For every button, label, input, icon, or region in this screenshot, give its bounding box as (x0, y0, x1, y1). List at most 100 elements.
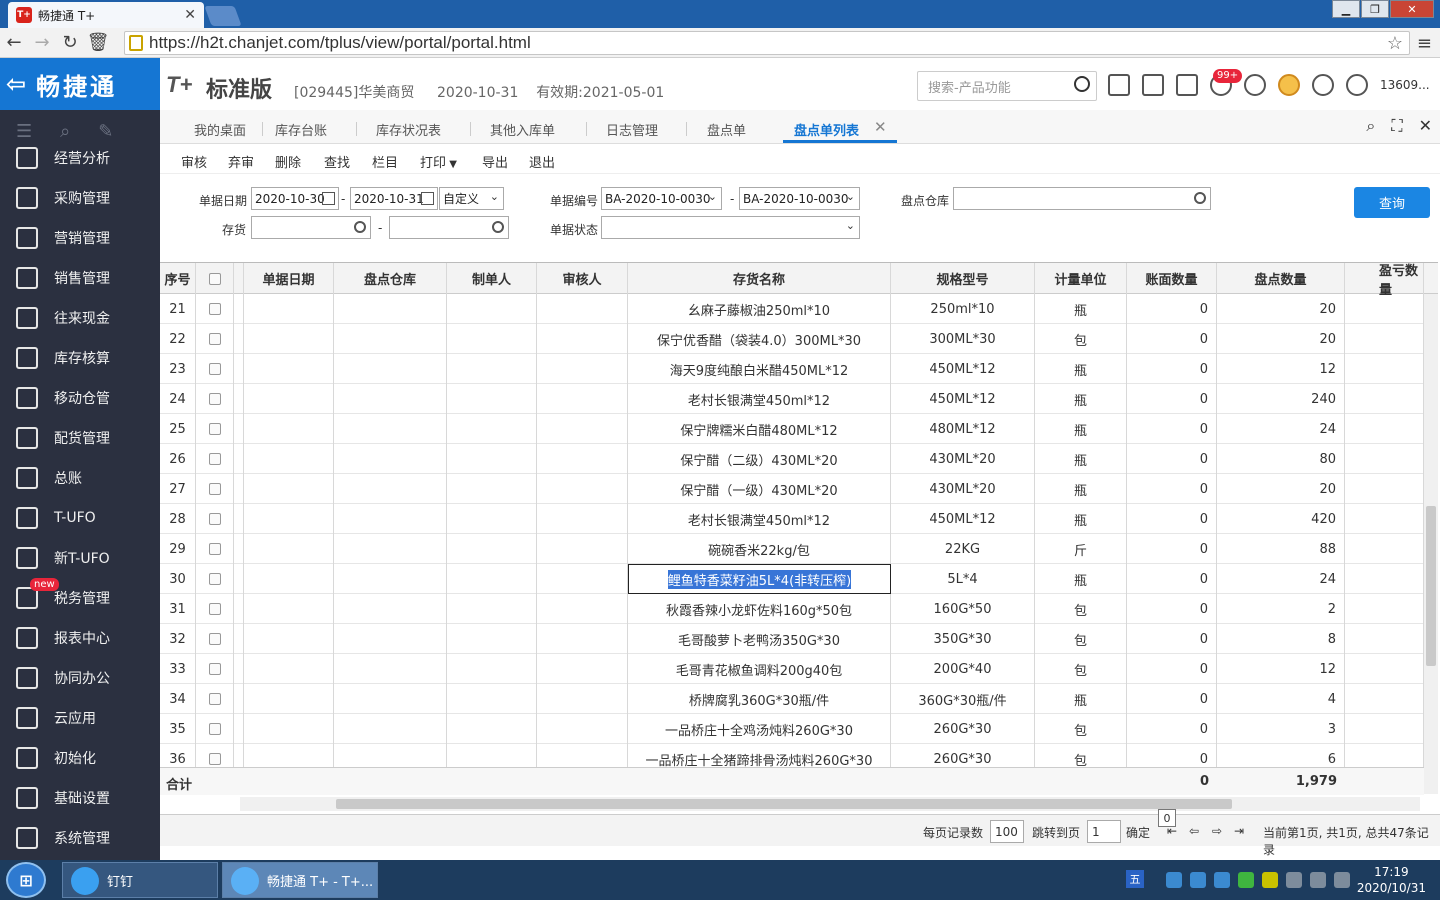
cell-spec[interactable]: 250ml*10 (891, 294, 1035, 324)
cell-creator[interactable] (447, 654, 537, 684)
row-checkbox[interactable] (208, 753, 221, 765)
cell-book-qty[interactable]: 0 (1127, 474, 1217, 504)
col-diff-qty[interactable]: 盈亏数量 (1345, 263, 1424, 298)
cell-unit[interactable]: 斤 (1035, 534, 1127, 564)
sidebar-item[interactable]: 库存核算 (0, 338, 160, 378)
cell-book-qty[interactable]: 0 (1127, 714, 1217, 744)
cell-warehouse[interactable] (334, 534, 447, 564)
sidebar-item[interactable]: 移动仓管 (0, 378, 160, 418)
taskbar-browser[interactable]: 畅捷通 T+ - T+... (222, 862, 378, 898)
cell-creator[interactable] (447, 444, 537, 474)
cell-creator[interactable] (447, 354, 537, 384)
cell-index[interactable]: 29 (160, 534, 196, 564)
cell-spacer[interactable] (234, 564, 244, 594)
cell-creator[interactable] (447, 624, 537, 654)
cell-spec[interactable]: 160G*50 (891, 594, 1035, 624)
cell-book-qty[interactable]: 0 (1127, 654, 1217, 684)
cell-diff-qty[interactable] (1345, 594, 1424, 624)
cell-doc-date[interactable] (244, 714, 334, 744)
cell-creator[interactable] (447, 714, 537, 744)
search-icon[interactable] (354, 221, 366, 233)
back-icon[interactable]: ← (0, 32, 28, 53)
cell-book-qty[interactable]: 0 (1127, 504, 1217, 534)
col-unit[interactable]: 计量单位 (1035, 263, 1127, 294)
cell-auditor[interactable] (537, 444, 628, 474)
horizontal-scroll-thumb[interactable] (336, 799, 1232, 809)
cell-item-name[interactable]: 老村长银满堂450ml*12 (628, 504, 891, 534)
close-tab-icon[interactable]: ✕ (184, 7, 196, 23)
cell-doc-date[interactable] (244, 294, 334, 324)
wechat-icon[interactable] (1238, 872, 1254, 888)
help-icon[interactable] (1312, 74, 1334, 96)
sidebar-item[interactable]: 云应用 (0, 698, 160, 738)
cell-book-qty[interactable]: 0 (1127, 444, 1217, 474)
cell-warehouse[interactable] (334, 354, 447, 384)
cell-book-qty[interactable]: 0 (1127, 294, 1217, 324)
horizontal-scrollbar[interactable] (240, 797, 1420, 811)
cell-count-qty[interactable]: 80 (1217, 444, 1345, 474)
cell-count-qty[interactable]: 2 (1217, 594, 1345, 624)
cell-auditor[interactable] (537, 564, 628, 594)
cell-unit[interactable]: 包 (1035, 654, 1127, 684)
cell-spacer[interactable] (234, 324, 244, 354)
cell-item-name[interactable]: 鲤鱼特香菜籽油5L*4(非转压榨) (628, 564, 891, 594)
cell-warehouse[interactable] (334, 504, 447, 534)
cell-unit[interactable]: 瓶 (1035, 354, 1127, 384)
cell-warehouse[interactable] (334, 414, 447, 444)
ime-indicator[interactable]: 五 (1126, 870, 1144, 888)
row-checkbox[interactable] (208, 693, 221, 705)
cell-item-name[interactable]: 桥牌腐乳360G*30瓶/件 (628, 684, 891, 714)
cell-auditor[interactable] (537, 504, 628, 534)
cell-doc-date[interactable] (244, 474, 334, 504)
cell-auditor[interactable] (537, 474, 628, 504)
sidebar-item[interactable]: 报表中心 (0, 618, 160, 658)
calendar-icon[interactable] (322, 192, 335, 205)
columns-button[interactable]: 栏目 (372, 152, 398, 171)
cell-warehouse[interactable] (334, 714, 447, 744)
cell-item-name[interactable]: 老村长银满堂450ml*12 (628, 384, 891, 414)
unaudit-button[interactable]: 弃审 (228, 152, 254, 171)
row-checkbox[interactable] (208, 663, 221, 675)
cell-auditor[interactable] (537, 534, 628, 564)
cell-item-name[interactable]: 保宁醋（一级）430ML*20 (628, 474, 891, 504)
cell-item-name[interactable]: 保宁优香醋（袋装4.0）300ML*30 (628, 324, 891, 354)
cell-diff-qty[interactable] (1345, 654, 1424, 684)
cell-warehouse[interactable] (334, 594, 447, 624)
cell-book-qty[interactable]: 0 (1127, 624, 1217, 654)
col-creator[interactable]: 制单人 (447, 263, 537, 294)
table-row[interactable]: 22 保宁优香醋（袋装4.0）300ML*30 300ML*30 包 0 20 (160, 324, 1424, 354)
cell-spec[interactable]: 360G*30瓶/件 (891, 684, 1035, 714)
cell-count-qty[interactable]: 20 (1217, 474, 1345, 504)
cell-count-qty[interactable]: 240 (1217, 384, 1345, 414)
export-button[interactable]: 导出 (482, 152, 508, 171)
cell-unit[interactable]: 瓶 (1035, 684, 1127, 714)
cell-book-qty[interactable]: 0 (1127, 684, 1217, 714)
cell-diff-qty[interactable] (1345, 624, 1424, 654)
table-row[interactable]: 25 保宁牌糯米白醋480ML*12 480ML*12 瓶 0 24 (160, 414, 1424, 444)
cell-creator[interactable] (447, 684, 537, 714)
sidebar-item[interactable]: 系统管理 (0, 818, 160, 858)
cell-diff-qty[interactable] (1345, 714, 1424, 744)
cell-doc-date[interactable] (244, 654, 334, 684)
sidebar-item[interactable]: 营销管理 (0, 218, 160, 258)
assistant-avatar-icon[interactable] (1278, 74, 1300, 96)
cell-spec[interactable]: 200G*40 (891, 654, 1035, 684)
start-button[interactable]: ⊞ (6, 862, 46, 898)
clock[interactable]: 17:19 2020/10/31 (1357, 864, 1426, 896)
date-mode-select[interactable]: 自定义 ⌄ (439, 187, 504, 210)
cell-index[interactable]: 31 (160, 594, 196, 624)
cell-book-qty[interactable]: 0 (1127, 354, 1217, 384)
sidebar-item[interactable]: 新T-UFO (0, 538, 160, 578)
cell-unit[interactable]: 包 (1035, 324, 1127, 354)
col-doc-date[interactable]: 单据日期 (244, 263, 334, 294)
jump-page-input[interactable]: 1 (1087, 820, 1121, 843)
calculator-icon[interactable] (1108, 74, 1130, 96)
search-icon[interactable] (1074, 76, 1090, 92)
browser-menu-icon[interactable]: ≡ (1417, 33, 1432, 54)
row-checkbox[interactable] (208, 633, 221, 645)
row-checkbox[interactable] (208, 303, 221, 315)
cell-diff-qty[interactable] (1345, 354, 1424, 384)
per-page-input[interactable]: 100 (990, 820, 1024, 843)
cell-doc-date[interactable] (244, 624, 334, 654)
cell-spacer[interactable] (234, 534, 244, 564)
